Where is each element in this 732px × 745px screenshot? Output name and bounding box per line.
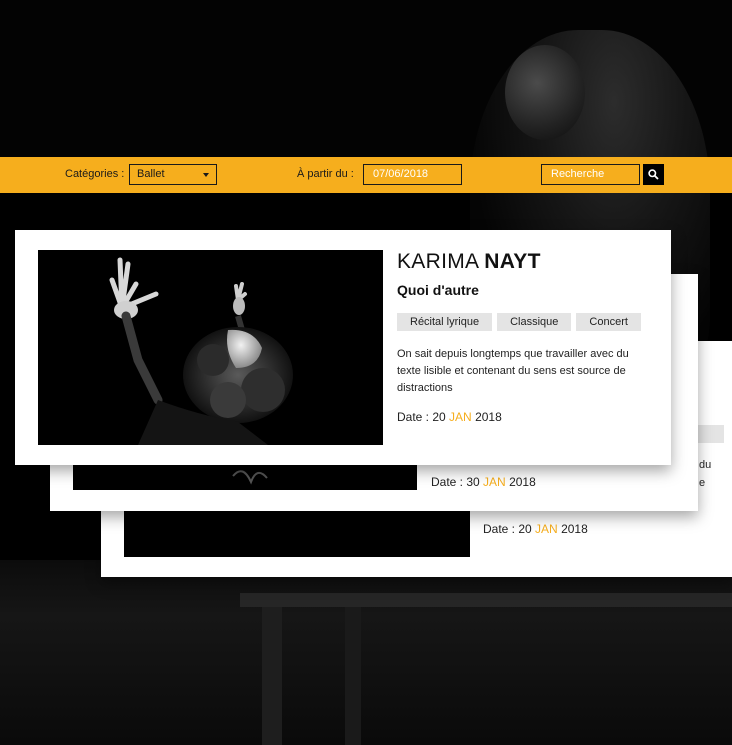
chevron-down-icon: [203, 173, 209, 177]
category-select[interactable]: Ballet: [129, 164, 217, 185]
event-date: Date : 20 JAN 2018: [397, 410, 502, 424]
search-input[interactable]: Recherche: [541, 164, 640, 185]
tag[interactable]: Concert: [576, 313, 641, 331]
filter-bar: Catégories : Ballet À partir du : 07/06/…: [0, 157, 732, 193]
background-dancer-head: [505, 45, 585, 140]
event-date: Date : 20 JAN 2018: [483, 522, 588, 536]
tag[interactable]: Classique: [497, 313, 572, 331]
event-date: Date : 30 JAN 2018: [431, 475, 536, 489]
background-floor: [0, 560, 732, 745]
background-bench: [240, 593, 732, 607]
show-title: Quoi d'autre: [397, 282, 479, 298]
tag[interactable]: Récital lyrique: [397, 313, 493, 331]
date-label: À partir du :: [297, 168, 354, 180]
event-description: On sait depuis longtemps que travailler …: [397, 348, 629, 394]
search-button[interactable]: [643, 164, 664, 185]
category-select-value: Ballet: [137, 168, 165, 180]
search-icon: [648, 169, 659, 180]
artist-name: KARIMA NAYT: [397, 250, 541, 273]
category-label: Catégories :: [65, 168, 125, 180]
tag-list: Récital lyrique Classique Concert: [397, 313, 641, 331]
event-card[interactable]: KARIMA NAYT Quoi d'autre Récital lyrique…: [15, 230, 671, 465]
date-input[interactable]: 07/06/2018: [363, 164, 462, 185]
event-photo: [38, 250, 383, 445]
